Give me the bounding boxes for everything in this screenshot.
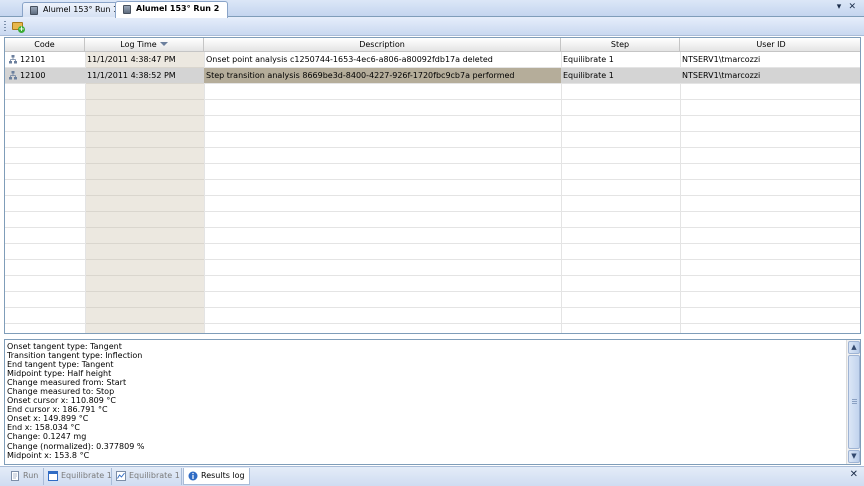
scroll-up-icon[interactable]: ▲ bbox=[848, 341, 860, 354]
cell-step: Equilibrate 1 bbox=[563, 71, 614, 80]
close-icon[interactable]: ✕ bbox=[850, 469, 858, 480]
tab-equilibrate-chart[interactable]: Equilibrate 1 bbox=[112, 468, 182, 485]
column-divider bbox=[204, 52, 205, 333]
details-text: Onset tangent type: Tangent Transition t… bbox=[7, 342, 843, 460]
tab-alumel-run-1[interactable]: Alumel 153° Run 1 bbox=[22, 2, 128, 17]
column-header-code[interactable]: Code bbox=[5, 38, 85, 52]
detail-line: End cursor x: 186.791 °C bbox=[7, 405, 108, 415]
detail-line: Change (normalized): 0.377809 % bbox=[7, 441, 145, 451]
instrument-icon bbox=[123, 5, 131, 14]
hierarchy-icon bbox=[9, 55, 17, 64]
sort-descending-icon bbox=[159, 42, 168, 46]
code-value: 12100 bbox=[20, 71, 46, 80]
sorted-column-shade bbox=[85, 52, 204, 333]
column-header-label: Step bbox=[610, 40, 630, 49]
column-header-label: Description bbox=[359, 40, 405, 49]
grid-header: Code Log Time Description Step User ID bbox=[5, 38, 860, 52]
column-header-label: User ID bbox=[756, 40, 786, 49]
detail-line: Midpoint x: 153.8 °C bbox=[7, 450, 90, 460]
document-icon bbox=[11, 471, 19, 481]
cell-step: Equilibrate 1 bbox=[563, 55, 614, 64]
cell-code: 12101 bbox=[9, 52, 83, 67]
toolbar: + bbox=[0, 17, 864, 36]
vertical-scrollbar[interactable]: ▲ ▼ bbox=[846, 340, 860, 464]
plus-icon: + bbox=[18, 25, 25, 33]
cell-log-time: 11/1/2011 4:38:47 PM bbox=[87, 55, 176, 64]
grid-body: 12101 11/1/2011 4:38:47 PM Onset point a… bbox=[5, 52, 860, 333]
column-header-label: Code bbox=[34, 40, 55, 49]
detail-line: Onset cursor x: 110.809 °C bbox=[7, 396, 116, 406]
column-header-description[interactable]: Description bbox=[204, 38, 561, 52]
cell-log-time: 11/1/2011 4:38:52 PM bbox=[87, 71, 176, 80]
tab-label: Equilibrate 1 bbox=[61, 471, 112, 480]
cell-description: Onset point analysis c1250744-1653-4ec6-… bbox=[206, 55, 493, 64]
detail-line: End tangent type: Tangent bbox=[7, 360, 114, 370]
tab-label: Alumel 153° Run 1 bbox=[43, 5, 119, 14]
add-button[interactable]: + bbox=[10, 19, 26, 34]
instrument-icon bbox=[30, 6, 38, 15]
tab-alumel-run-2[interactable]: Alumel 153° Run 2 bbox=[115, 1, 229, 18]
details-pane: Onset tangent type: Tangent Transition t… bbox=[4, 339, 861, 465]
column-divider bbox=[85, 52, 86, 333]
tab-label: Equilibrate 1 bbox=[129, 471, 180, 480]
hierarchy-icon bbox=[9, 71, 17, 80]
column-header-user-id[interactable]: User ID bbox=[680, 38, 860, 52]
tab-label: Results log bbox=[201, 471, 245, 480]
bottom-tab-strip: Run Equilibrate 1 Equilibrate 1 Results … bbox=[0, 466, 864, 486]
info-icon bbox=[188, 471, 198, 481]
column-divider bbox=[561, 52, 562, 333]
tab-results-log[interactable]: Results log bbox=[183, 468, 250, 485]
detail-line: Change: 0.1247 mg bbox=[7, 432, 87, 442]
tab-label: Alumel 153° Run 2 bbox=[136, 4, 220, 13]
detail-line: Change measured from: Start bbox=[7, 378, 127, 388]
table-row[interactable]: 12101 11/1/2011 4:38:47 PM Onset point a… bbox=[5, 52, 860, 67]
cell-description: Step transition analysis 8669be3d-8400-4… bbox=[204, 68, 561, 83]
toolbar-grip[interactable] bbox=[4, 21, 6, 32]
cell-code: 12100 bbox=[9, 68, 83, 83]
tab-equilibrate-table[interactable]: Equilibrate 1 bbox=[44, 468, 112, 485]
detail-line: Transition tangent type: Inflection bbox=[7, 351, 143, 361]
document-tab-strip: Alumel 153° Run 1 Alumel 153° Run 2 ▾ ✕ bbox=[0, 0, 864, 18]
detail-line: Onset x: 149.899 °C bbox=[7, 414, 89, 424]
detail-line: End x: 158.034 °C bbox=[7, 423, 80, 433]
column-divider bbox=[680, 52, 681, 333]
cell-user-id: NTSERV1\tmarcozzi bbox=[682, 71, 761, 80]
detail-line: Onset tangent type: Tangent bbox=[7, 342, 122, 351]
detail-line: Midpoint type: Half height bbox=[7, 369, 112, 379]
scrollbar-thumb[interactable] bbox=[848, 355, 860, 449]
results-log-grid: Code Log Time Description Step User ID 1… bbox=[4, 37, 861, 334]
tab-run[interactable]: Run bbox=[6, 468, 44, 485]
column-header-log-time[interactable]: Log Time bbox=[85, 38, 204, 52]
column-header-step[interactable]: Step bbox=[561, 38, 680, 52]
code-value: 12101 bbox=[20, 55, 46, 64]
column-header-label: Log Time bbox=[120, 40, 157, 49]
cell-user-id: NTSERV1\tmarcozzi bbox=[682, 55, 761, 64]
tab-strip-controls[interactable]: ▾ ✕ bbox=[837, 2, 858, 12]
detail-line: Change measured to: Stop bbox=[7, 387, 115, 397]
table-icon bbox=[48, 471, 58, 481]
table-row[interactable]: 12100 11/1/2011 4:38:52 PM Step transiti… bbox=[5, 68, 860, 83]
chart-icon bbox=[116, 471, 126, 481]
scroll-down-icon[interactable]: ▼ bbox=[848, 450, 860, 463]
tab-label: Run bbox=[23, 471, 39, 480]
